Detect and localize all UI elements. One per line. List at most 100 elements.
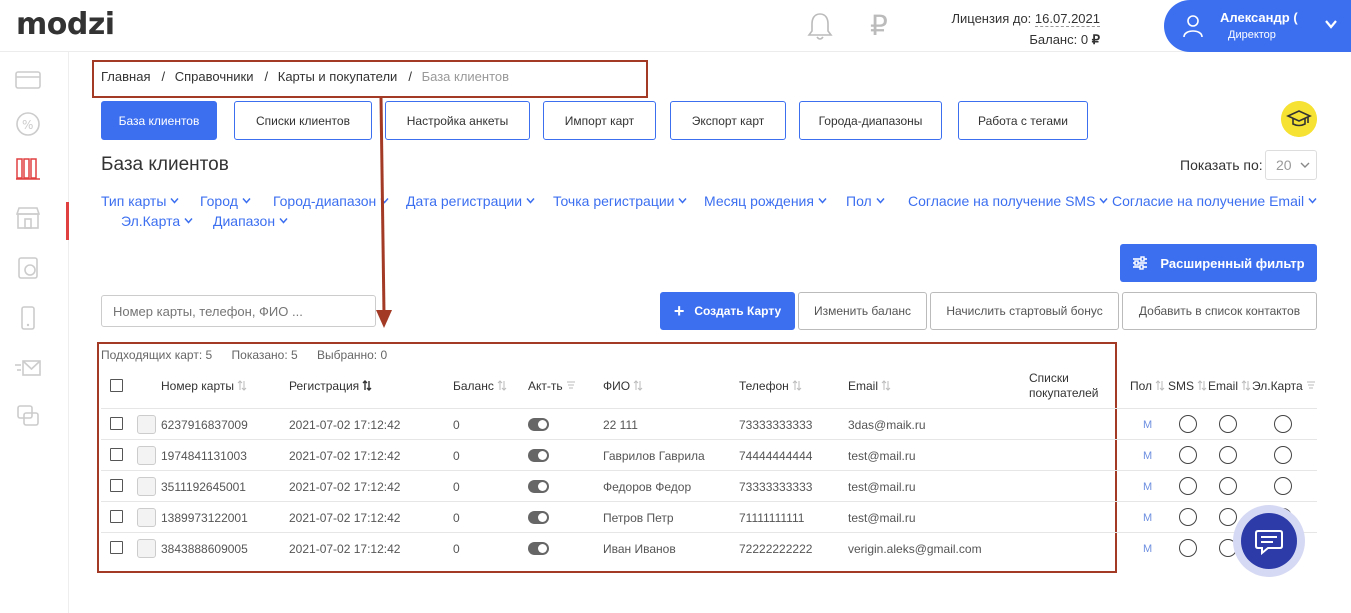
sms-radio[interactable] [1179, 508, 1197, 526]
sms-radio[interactable] [1179, 539, 1197, 557]
activity-toggle[interactable] [528, 480, 549, 493]
store-icon[interactable] [14, 204, 42, 232]
customers-base-icon[interactable] [14, 154, 42, 182]
ecard-radio[interactable] [1274, 446, 1292, 464]
column-balance[interactable]: Баланс [453, 379, 507, 394]
search-input[interactable] [101, 295, 376, 327]
add-to-contacts-button[interactable]: Добавить в список контактов [1122, 292, 1317, 330]
table-row[interactable]: 6237916837009 2021-07-02 17:12:42 0 22 1… [101, 408, 1317, 439]
table-row[interactable]: 3511192645001 2021-07-02 17:12:42 0 Федо… [101, 470, 1317, 501]
gear-icon[interactable] [137, 508, 156, 527]
tab-tags[interactable]: Работа с тегами [958, 101, 1088, 140]
column-ecard[interactable]: Эл.Карта [1252, 379, 1316, 394]
advanced-filter-button[interactable]: Расширенный фильтр [1120, 244, 1317, 282]
activity-toggle[interactable] [528, 449, 549, 462]
email-radio[interactable] [1219, 477, 1237, 495]
column-activity[interactable]: Акт-ть [528, 379, 576, 394]
row-checkbox[interactable] [110, 448, 123, 461]
tab-import-cards[interactable]: Импорт карт [543, 101, 656, 140]
breadcrumb-cards[interactable]: Карты и покупатели [278, 69, 398, 84]
cell-balance: 0 [453, 542, 460, 556]
sms-radio[interactable] [1179, 446, 1197, 464]
cell-fio: Гаврилов Гаврила [603, 449, 705, 463]
column-label: Эл.Карта [1252, 379, 1303, 393]
mail-send-icon[interactable] [14, 354, 42, 382]
column-sms[interactable]: SMS [1168, 379, 1207, 394]
discount-icon[interactable]: % [14, 110, 42, 138]
row-checkbox[interactable] [110, 541, 123, 554]
sms-radio[interactable] [1179, 415, 1197, 433]
chevron-down-icon [876, 198, 885, 204]
cell-reg: 2021-07-02 17:12:42 [289, 480, 401, 494]
user-menu[interactable]: Александр ( Директор [1164, 0, 1351, 52]
chat-widget-button[interactable] [1233, 505, 1305, 577]
table-row[interactable]: 3843888609005 2021-07-02 17:12:42 0 Иван… [101, 532, 1317, 563]
annotation-arrow [376, 98, 392, 328]
gear-icon[interactable] [137, 446, 156, 465]
cell-email: test@mail.ru [848, 480, 916, 494]
filter-range[interactable]: Диапазон [213, 211, 288, 231]
page-size-select[interactable]: 20 [1265, 150, 1317, 180]
bell-icon[interactable] [806, 11, 834, 41]
email-radio[interactable] [1219, 508, 1237, 526]
gear-icon[interactable] [137, 415, 156, 434]
filter-ecard[interactable]: Эл.Карта [121, 211, 193, 231]
gear-icon[interactable] [137, 539, 156, 558]
filter-reg-point[interactable]: Точка регистрации [553, 191, 688, 211]
filter-city[interactable]: Город [200, 191, 251, 211]
gift-card-icon[interactable] [14, 254, 42, 282]
mobile-icon[interactable] [14, 304, 42, 332]
change-balance-button[interactable]: Изменить баланс [798, 292, 927, 330]
activity-toggle[interactable] [528, 418, 549, 431]
email-radio[interactable] [1219, 446, 1237, 464]
row-checkbox[interactable] [110, 479, 123, 492]
column-customer-lists: Списки покупателей [1029, 371, 1098, 401]
table-row[interactable]: 1389973122001 2021-07-02 17:12:42 0 Петр… [101, 501, 1317, 532]
coupons-icon[interactable] [14, 402, 42, 430]
table-row[interactable]: 1974841131003 2021-07-02 17:12:42 0 Гавр… [101, 439, 1317, 470]
sms-radio[interactable] [1179, 477, 1197, 495]
tab-form-settings[interactable]: Настройка анкеты [385, 101, 530, 140]
filter-email-consent[interactable]: Согласие на получение Email [1112, 191, 1317, 211]
column-label: Пол [1130, 379, 1153, 393]
row-checkbox[interactable] [110, 417, 123, 430]
cell-fio: Федоров Федор [603, 480, 692, 494]
filter-card-type[interactable]: Тип карты [101, 191, 179, 211]
tab-city-ranges[interactable]: Города-диапазоны [799, 101, 942, 140]
filter-birth-month[interactable]: Месяц рождения [704, 191, 827, 211]
activity-toggle[interactable] [528, 542, 549, 555]
column-label: Номер карты [161, 379, 234, 393]
sort-icon [497, 380, 507, 391]
chevron-down-icon [279, 218, 288, 224]
tab-customer-lists[interactable]: Списки клиентов [234, 101, 372, 140]
column-label: Баланс [453, 379, 494, 393]
column-card-number[interactable]: Номер карты [161, 379, 247, 394]
filter-reg-date[interactable]: Дата регистрации [406, 191, 535, 211]
filter-sex[interactable]: Пол [846, 191, 885, 211]
column-email-consent[interactable]: Email [1208, 379, 1251, 394]
email-radio[interactable] [1219, 415, 1237, 433]
graduation-hat-icon[interactable] [1281, 101, 1317, 137]
start-bonus-button[interactable]: Начислить стартовый бонус [930, 292, 1119, 330]
column-registration[interactable]: Регистрация [289, 379, 372, 394]
activity-toggle[interactable] [528, 511, 549, 524]
column-sex[interactable]: Пол [1130, 379, 1165, 394]
license-info: Лицензия до: 16.07.2021 Баланс: 0 ₽ [930, 8, 1100, 50]
column-email[interactable]: Email [848, 379, 891, 394]
gear-icon[interactable] [137, 477, 156, 496]
tab-export-cards[interactable]: Экспорт карт [670, 101, 786, 140]
row-checkbox[interactable] [110, 510, 123, 523]
modzi-logo[interactable]: modzi [16, 7, 115, 42]
filter-sms-consent[interactable]: Согласие на получение SMS [908, 191, 1109, 211]
ecard-radio[interactable] [1274, 415, 1292, 433]
tab-customer-base[interactable]: База клиентов [101, 101, 217, 140]
select-all-checkbox[interactable] [110, 379, 123, 392]
breadcrumb-home[interactable]: Главная [101, 69, 150, 84]
column-fio[interactable]: ФИО [603, 379, 643, 394]
ecard-radio[interactable] [1274, 477, 1292, 495]
card-icon[interactable] [14, 66, 42, 94]
ruble-icon[interactable]: ₽ [870, 9, 888, 42]
create-card-button[interactable]: + Создать Карту [660, 292, 795, 330]
breadcrumb-directories[interactable]: Справочники [175, 69, 254, 84]
column-phone[interactable]: Телефон [739, 379, 802, 394]
